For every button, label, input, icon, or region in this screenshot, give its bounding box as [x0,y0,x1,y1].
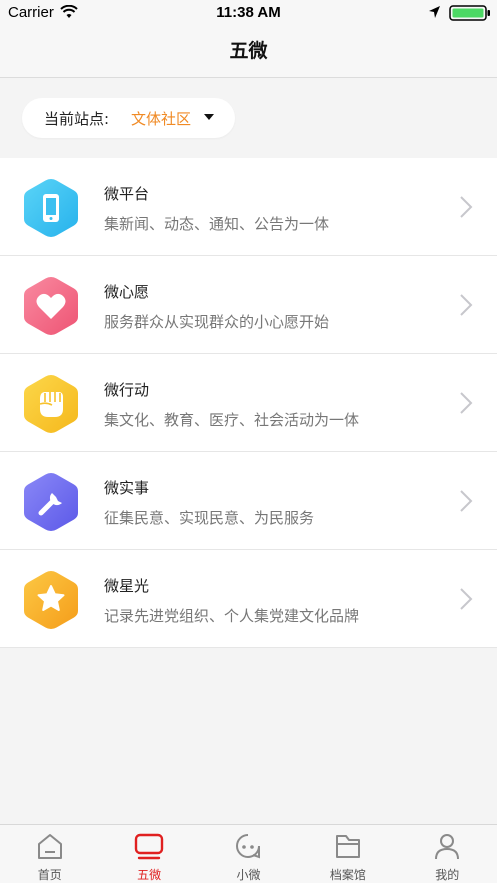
tab-xiaowei[interactable]: 小微 [199,825,298,883]
menu-item-title: 微实事 [104,479,150,497]
fist-icon [24,375,78,433]
tab-archive[interactable]: 档案馆 [298,825,397,883]
menu-item-desc: 集文化、教育、医疗、社会活动为一体 [104,411,360,429]
page-title: 五微 [229,40,268,62]
menu-item-title: 微星光 [104,577,150,595]
menu-item-practical[interactable]: 微实事 征集民意、实现民意、为民服务 [0,452,497,550]
menu-item-title: 微行动 [104,381,150,399]
menu-item-action[interactable]: 微行动 集文化、教育、医疗、社会活动为一体 [0,354,497,452]
menu-item-desc: 征集民意、实现民意、为民服务 [104,509,315,527]
clock: 11:38 AM [216,4,281,21]
menu-item-starlight[interactable]: 微星光 记录先进党组织、个人集党建文化品牌 [0,550,497,648]
menu-item-desc: 记录先进党组织、个人集党建文化品牌 [104,607,360,625]
tab-wuwei[interactable]: 五微 [99,825,198,883]
status-bar: Carrier 11:38 AM [0,0,497,26]
chevron-right-icon [460,392,473,414]
tab-label: 档案馆 [329,868,366,882]
tab-label: 首页 [37,868,62,882]
site-selector-value: 文体社区 [131,110,192,128]
tab-label: 五微 [137,868,162,882]
phone-icon [24,179,78,237]
home-icon [37,834,62,859]
chevron-right-icon [460,294,473,316]
tab-bar: 首页 五微 小微 档案馆 我的 [0,824,497,883]
tv-icon [134,833,164,860]
chevron-right-icon [460,196,473,218]
chat-bot-icon [236,834,261,859]
menu-item-platform[interactable]: 微平台 集新闻、动态、通知、公告为一体 [0,158,497,256]
caret-down-icon [204,114,214,120]
tab-label: 我的 [435,868,460,882]
menu-item-wish[interactable]: 微心愿 服务群众从实现群众的小心愿开始 [0,256,497,354]
tab-mine[interactable]: 我的 [398,825,497,883]
location-arrow-icon [429,6,440,18]
battery-icon [449,5,490,21]
menu-list: 微平台 集新闻、动态、通知、公告为一体 微心愿 服务群众从实现群众的小心愿开始 … [0,158,497,648]
tab-home[interactable]: 首页 [0,825,99,883]
menu-item-desc: 集新闻、动态、通知、公告为一体 [104,215,330,233]
menu-item-title: 微平台 [104,185,150,203]
chevron-right-icon [460,588,473,610]
wrench-icon [24,473,78,531]
heart-icon [24,277,78,335]
chevron-right-icon [460,490,473,512]
star-icon [24,571,78,629]
user-icon [435,834,460,860]
menu-item-title: 微心愿 [104,283,150,301]
site-selector-label: 当前站点: [44,110,110,128]
site-selector[interactable]: 当前站点: 文体社区 [22,98,235,138]
folder-icon [335,835,360,858]
tab-label: 小微 [236,868,261,882]
menu-item-desc: 服务群众从实现群众的小心愿开始 [104,313,330,331]
nav-bar: 五微 [0,26,497,78]
